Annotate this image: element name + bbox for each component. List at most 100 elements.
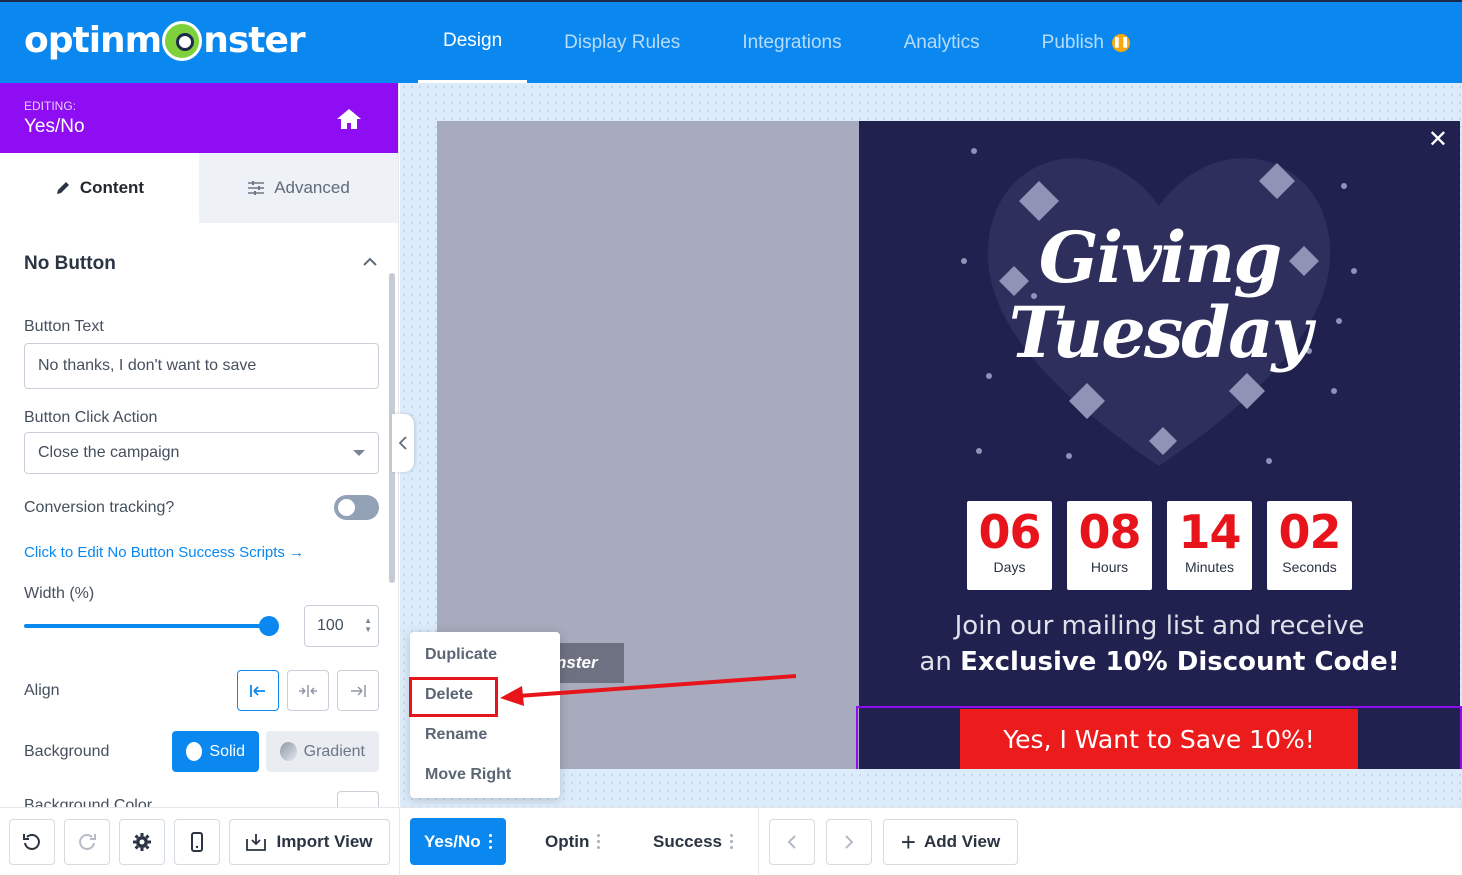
nav-tab-design[interactable]: Design [418,2,528,83]
sidebar-scrollbar[interactable] [389,233,395,803]
width-slider-track[interactable] [24,624,272,628]
button-text-input[interactable] [24,343,379,389]
pause-icon: ❚❚ [1111,33,1130,52]
align-right-button[interactable] [337,670,379,711]
undo-icon [23,834,40,850]
optinmonster-logo[interactable]: optinm nster [24,20,306,61]
delete-highlight-box [409,677,498,717]
menu-item-move-right[interactable]: Move Right [425,766,511,784]
button-label: Add View [923,832,1001,851]
nav-tab-publish[interactable]: Publish ❚❚ [1017,2,1155,83]
import-view-button[interactable]: Import View [229,819,390,865]
kebab-menu-icon[interactable] [488,834,492,849]
pencil-icon [56,182,69,194]
redo-button[interactable] [64,819,110,865]
conversion-label: Conversion tracking? [24,499,175,516]
title-line-2: Tuesday [1008,291,1312,374]
button-label: Solid [209,742,245,760]
tab-advanced[interactable]: Advanced [199,153,398,223]
section-title[interactable]: No Button [24,253,116,275]
join-prefix: an [919,647,961,677]
align-left-icon [250,684,265,697]
countdown-timer: 06 Days 08 Hours 14 Minutes 02 Seconds [967,501,1352,590]
divider [399,808,400,876]
align-label: Align [24,682,60,699]
caret-down-icon [353,450,365,456]
nav-tab-integrations[interactable]: Integrations [717,2,866,83]
settings-button[interactable] [119,819,165,865]
kebab-menu-icon[interactable] [597,834,601,849]
background-gradient-button[interactable]: Gradient [266,731,379,772]
annotation-arrow [500,674,797,706]
chevron-up-icon[interactable] [362,257,378,267]
tab-content[interactable]: Content [0,153,199,223]
countdown-hours: 08 Hours [1067,501,1152,590]
nav-tab-display-rules[interactable]: Display Rules [539,2,705,83]
join-text-line-1: Join our mailing list and receive [954,611,1365,641]
logo-text-left: optinm [24,20,162,61]
success-scripts-link[interactable]: Click to Edit No Button Success Scripts … [24,544,304,561]
title-line-1: Giving [1038,216,1282,299]
view-label: Optin [545,831,590,851]
nav-tab-analytics[interactable]: Analytics [879,2,1005,83]
view-tab-yes-no[interactable]: Yes/No [410,818,506,865]
editor-sidebar: EDITING: Yes/No Content Advanced No Butt… [0,83,399,807]
bottom-toolbar: Import View Yes/No Optin Success + Add V… [0,807,1462,877]
background-solid-button[interactable]: Solid [172,731,259,772]
chevron-left-icon [399,436,407,450]
conversion-toggle[interactable] [334,495,379,520]
main-nav: Design Display Rules Integrations Analyt… [418,2,1167,83]
button-label: Gradient [303,742,365,760]
countdown-seconds: 02 Seconds [1267,501,1352,590]
mobile-icon [191,832,203,852]
button-label: Import View [276,832,373,851]
nav-tab-label: Design [443,30,503,51]
background-color-swatch[interactable] [337,791,379,807]
spinner-icon[interactable]: ▲ ▼ [364,616,372,634]
discount-text: Exclusive 10% Discount Code! [960,647,1400,677]
plus-icon: + [900,827,916,857]
divider [758,808,759,876]
import-icon [246,834,267,851]
nav-tab-label: Analytics [903,31,980,53]
tab-label: Advanced [274,178,350,197]
gradient-dot-icon [280,742,297,761]
countdown-value: 08 [1078,505,1141,559]
width-slider-handle[interactable] [259,616,279,636]
sidebar-collapse-handle[interactable] [392,414,414,472]
kebab-menu-icon[interactable] [730,834,733,849]
click-action-label: Button Click Action [24,409,158,426]
next-view-button[interactable] [826,819,872,865]
background-color-label: Background Color [24,797,153,807]
solid-dot-icon [186,742,203,761]
previous-view-button[interactable] [769,819,815,865]
align-center-icon [299,684,317,697]
button-text-label: Button Text [24,318,104,335]
home-icon[interactable] [336,108,362,130]
close-icon[interactable]: ✕ [1428,125,1448,154]
sidebar-tabs: Content Advanced [0,153,398,223]
menu-item-duplicate[interactable]: Duplicate [425,646,497,664]
click-action-select[interactable]: Close the campaign [24,432,379,474]
width-number-input[interactable]: 100 ▲ ▼ [304,605,379,647]
undo-button[interactable] [9,819,55,865]
align-center-button[interactable] [287,670,329,711]
view-label: Yes/No [424,831,481,851]
sliders-icon [248,181,265,195]
view-tab-optin[interactable]: Optin [545,818,601,865]
nav-tab-label: Integrations [742,31,842,53]
view-tab-success[interactable]: Success [653,818,733,865]
countdown-value: 06 [978,505,1041,559]
cta-yes-button[interactable]: Yes, I Want to Save 10%! [960,709,1358,769]
select-value: Close the campaign [38,444,180,461]
logo-text-right: nster [203,20,305,61]
editing-title: Yes/No [24,116,85,137]
tab-label: Content [79,178,145,197]
align-right-icon [351,684,366,697]
add-view-button[interactable]: + Add View [883,819,1018,865]
menu-item-rename[interactable]: Rename [425,726,487,744]
gear-icon [133,833,151,851]
align-left-button[interactable] [237,670,279,711]
mobile-preview-button[interactable] [174,819,220,865]
top-bar: optinm nster Design Display Rules Integra… [0,0,1462,83]
